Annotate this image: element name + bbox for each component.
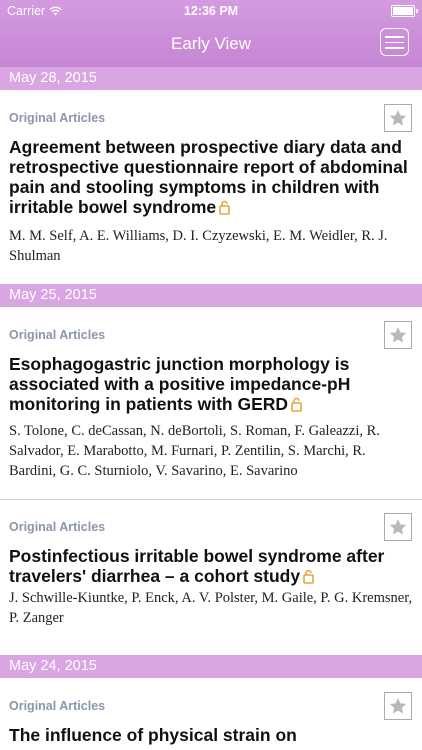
hamburger-menu-icon[interactable]	[380, 28, 409, 56]
article-section: Original Articles	[9, 328, 106, 342]
nav-bar: Carrier 12:36 PM Early View	[0, 0, 422, 67]
star-icon	[389, 327, 407, 343]
star-icon	[389, 698, 407, 714]
article-item[interactable]: Original Articles The influence of physi…	[0, 678, 422, 750]
star-icon	[389, 519, 407, 535]
favorite-button[interactable]	[384, 513, 412, 541]
article-section: Original Articles	[9, 111, 106, 125]
page-title: Early View	[171, 34, 251, 53]
article-item[interactable]: Original Articles Esophagogastric juncti…	[0, 307, 422, 499]
lock-icon	[291, 397, 302, 412]
article-title[interactable]: The influence of physical strain on	[9, 725, 413, 745]
article-authors: J. Schwille-Kiuntke, P. Enck, A. V. Pols…	[9, 590, 413, 626]
article-title[interactable]: Postinfectious irritable bowel syndrome …	[9, 546, 413, 586]
status-bar: Carrier 12:36 PM	[0, 0, 422, 22]
favorite-button[interactable]	[384, 104, 412, 132]
article-authors: S. Tolone, C. deCassan, N. deBortoli, S.…	[9, 423, 380, 479]
article-title[interactable]: Agreement between prospective diary data…	[9, 137, 413, 217]
status-time: 12:36 PM	[183, 4, 239, 18]
article-item[interactable]: Original Articles Postinfectious irritab…	[0, 500, 422, 652]
date-header: May 24, 2015	[0, 655, 422, 678]
article-section: Original Articles	[9, 520, 106, 534]
favorite-button[interactable]	[384, 692, 412, 720]
battery-icon	[391, 5, 418, 17]
star-icon	[389, 110, 407, 126]
article-item[interactable]: Original Articles Agreement between pros…	[0, 90, 422, 281]
favorite-button[interactable]	[384, 321, 412, 349]
article-authors: M. M. Self, A. E. Williams, D. I. Czyzew…	[9, 228, 388, 264]
lock-icon	[219, 200, 230, 215]
article-section: Original Articles	[9, 699, 106, 713]
date-header: May 25, 2015	[0, 284, 422, 307]
date-header: May 28, 2015	[0, 67, 422, 90]
lock-icon	[303, 569, 314, 584]
article-title[interactable]: Esophagogastric junction morphology is a…	[9, 354, 413, 414]
